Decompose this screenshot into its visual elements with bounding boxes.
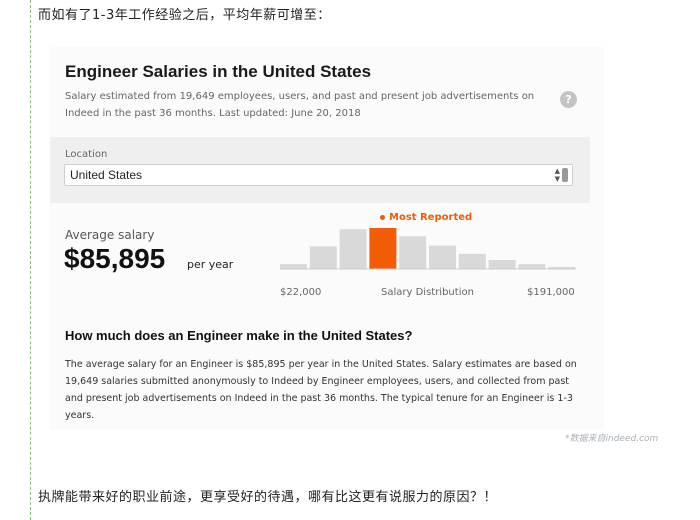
quote-guide-line [30, 0, 31, 520]
x-max-label: $191,000 [527, 287, 575, 298]
salary-distribution-chart [280, 228, 576, 270]
histogram-bar-most-reported [369, 228, 397, 269]
info-heading: How much does an Engineer make in the Un… [65, 328, 413, 343]
histogram-bar [339, 229, 367, 269]
outro-text: 执牌能带来好的职业前途，更享受好的待遇，哪有比这更有说服力的原因？！ [38, 490, 498, 505]
histogram-bar [518, 264, 546, 269]
histogram-bar [399, 236, 427, 269]
intro-text: 而如有了1-3年工作经验之后，平均年薪可增至： [38, 8, 331, 23]
info-body: The average salary for an Engineer is $8… [65, 359, 577, 421]
x-axis-title: Salary Distribution [381, 287, 474, 298]
histogram-bar [429, 245, 456, 269]
salary-card: Engineer Salaries in the United States S… [50, 47, 604, 430]
histogram-bar [458, 253, 486, 269]
x-min-label: $22,000 [280, 287, 322, 298]
histogram-bar [309, 246, 337, 269]
histogram-bar [488, 260, 516, 269]
histogram-bar [280, 264, 307, 269]
source-watermark: *数据来自indeed.com [565, 434, 659, 444]
